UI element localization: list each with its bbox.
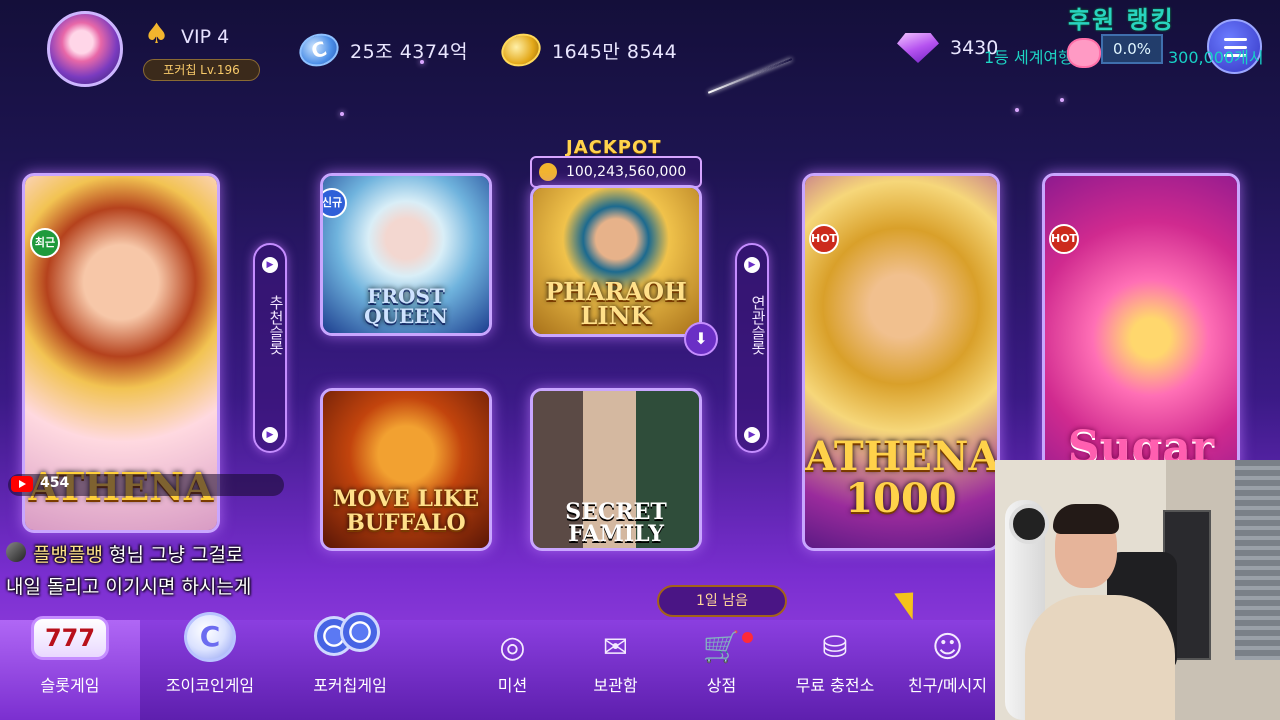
tab-label: 상점 <box>706 676 737 695</box>
cart-icon: 🛒 <box>702 630 741 665</box>
game-card-frost-queen[interactable]: 신규 FROST QUEEN <box>320 173 492 336</box>
game-card-athena-1000[interactable]: HOT ATHENA 1000 <box>802 173 1000 551</box>
hot-badge: HOT <box>809 224 839 254</box>
poker-chip-icon <box>314 612 386 660</box>
chat-text-line1: 형님 그냥 그걸로 <box>108 544 244 566</box>
game-title: ATHENA 1000 <box>805 433 1000 522</box>
free-chip-icon: ⛁ <box>822 630 848 665</box>
chat-text-line2: 내일 돌리고 이기시면 하시는게 <box>6 576 252 598</box>
tab-free-charge[interactable]: ⛁ 무료 충전소 <box>775 620 895 720</box>
joy-coin-icon: C <box>184 612 236 662</box>
tab-label: 보관함 <box>593 676 638 695</box>
gem-icon <box>897 33 939 63</box>
mail-icon: ✉ <box>602 630 629 665</box>
tab-poker-chip-games[interactable]: 포커칩게임 <box>280 612 420 720</box>
vip-label: VIP 4 <box>181 26 230 48</box>
tab-mission[interactable]: ◎ 미션 <box>465 620 560 720</box>
game-card-secret-family[interactable]: SECRET FAMILY <box>530 388 702 551</box>
coin-balance: 25조 4374억 <box>350 41 469 63</box>
tab-inbox[interactable]: ✉ 보관함 <box>568 620 663 720</box>
level-badge: 포커칩 Lv.196 <box>143 59 260 81</box>
game-card-move-like-buffalo[interactable]: MOVE LIKE BUFFALO <box>320 388 492 551</box>
ranking-percent: 0.0% <box>1101 34 1163 64</box>
game-title: SECRET FAMILY <box>565 499 667 547</box>
related-slots-label: 연관슬롯 <box>749 295 767 355</box>
hot-badge: HOT <box>1049 224 1079 254</box>
game-title: FROST QUEEN <box>364 284 448 328</box>
tab-label: 미션 <box>497 676 528 695</box>
piggy-bank-icon <box>1067 38 1101 68</box>
friends-icon: ☺ <box>931 630 964 665</box>
play-arrow-icon: ▶ <box>262 257 278 273</box>
tab-label: 친구/메시지 <box>908 676 987 695</box>
tab-label: 조이코인게임 <box>165 676 255 695</box>
game-title: MOVE LIKE BUFFALO <box>332 486 480 537</box>
play-arrow-icon: ▶ <box>744 427 760 443</box>
jackpot-label: JACKPOT <box>566 137 662 158</box>
youtube-icon <box>11 476 33 492</box>
slot-777-icon: 777 <box>31 616 109 660</box>
game-title: PHARAOH LINK <box>545 277 687 330</box>
jackpot-amount: 100,243,560,000 <box>530 156 702 188</box>
download-button[interactable]: ⬇ <box>684 322 718 356</box>
recent-badge: 최근 <box>30 228 60 258</box>
tab-slot-games[interactable]: 777 슬롯게임 <box>0 616 140 720</box>
notification-dot <box>742 632 753 643</box>
game-card-pharaoh-link[interactable]: PHARAOH LINK <box>530 185 702 337</box>
chat-username: 플뱅플뱅 <box>33 544 103 566</box>
webcam-feed <box>995 460 1280 720</box>
spade-icon: ♠ <box>144 17 170 50</box>
game-card-sugar[interactable]: HOT Sugar <box>1042 173 1240 473</box>
chat-message: 플뱅플뱅 형님 그냥 그걸로 <box>33 540 243 567</box>
meteor-decoration <box>707 58 793 94</box>
recommended-slots-tab[interactable]: ▶ 추천슬롯 ▶ <box>253 243 287 453</box>
jackpot-value: 100,243,560,000 <box>566 164 687 180</box>
tab-label: 슬롯게임 <box>40 676 100 695</box>
ranking-title: 후원 랭킹 <box>1068 6 1175 34</box>
play-arrow-icon: ▶ <box>262 427 278 443</box>
tab-label: 무료 충전소 <box>795 676 875 695</box>
event-days-left: 1일 남음 <box>657 585 787 617</box>
joy-coin-icon: C <box>295 28 343 72</box>
related-slots-tab[interactable]: ▶ 연관슬롯 ▶ <box>735 243 769 453</box>
coin-icon <box>539 163 557 181</box>
target-icon: ◎ <box>499 630 526 665</box>
recommended-slots-label: 추천슬롯 <box>267 295 285 355</box>
poker-chip-icon <box>497 28 545 72</box>
play-arrow-icon: ▶ <box>744 257 760 273</box>
ranking-total: 300,000개시 <box>1168 48 1264 67</box>
tab-shop[interactable]: 🛒 상점 <box>674 620 769 720</box>
viewer-count: 454 <box>40 475 70 491</box>
avatar[interactable] <box>47 11 123 87</box>
ranking-first: 1등 세계여행 <box>984 48 1073 67</box>
chip-balance: 1645만 8544 <box>552 41 678 63</box>
tab-joy-coin-games[interactable]: C 조이코인게임 <box>140 612 280 720</box>
pointer-cursor-icon <box>894 584 926 620</box>
chat-avatar <box>6 542 26 562</box>
tab-label: 포커칩게임 <box>313 676 387 695</box>
tab-friends-messages[interactable]: ☺ 친구/메시지 <box>895 620 1000 720</box>
